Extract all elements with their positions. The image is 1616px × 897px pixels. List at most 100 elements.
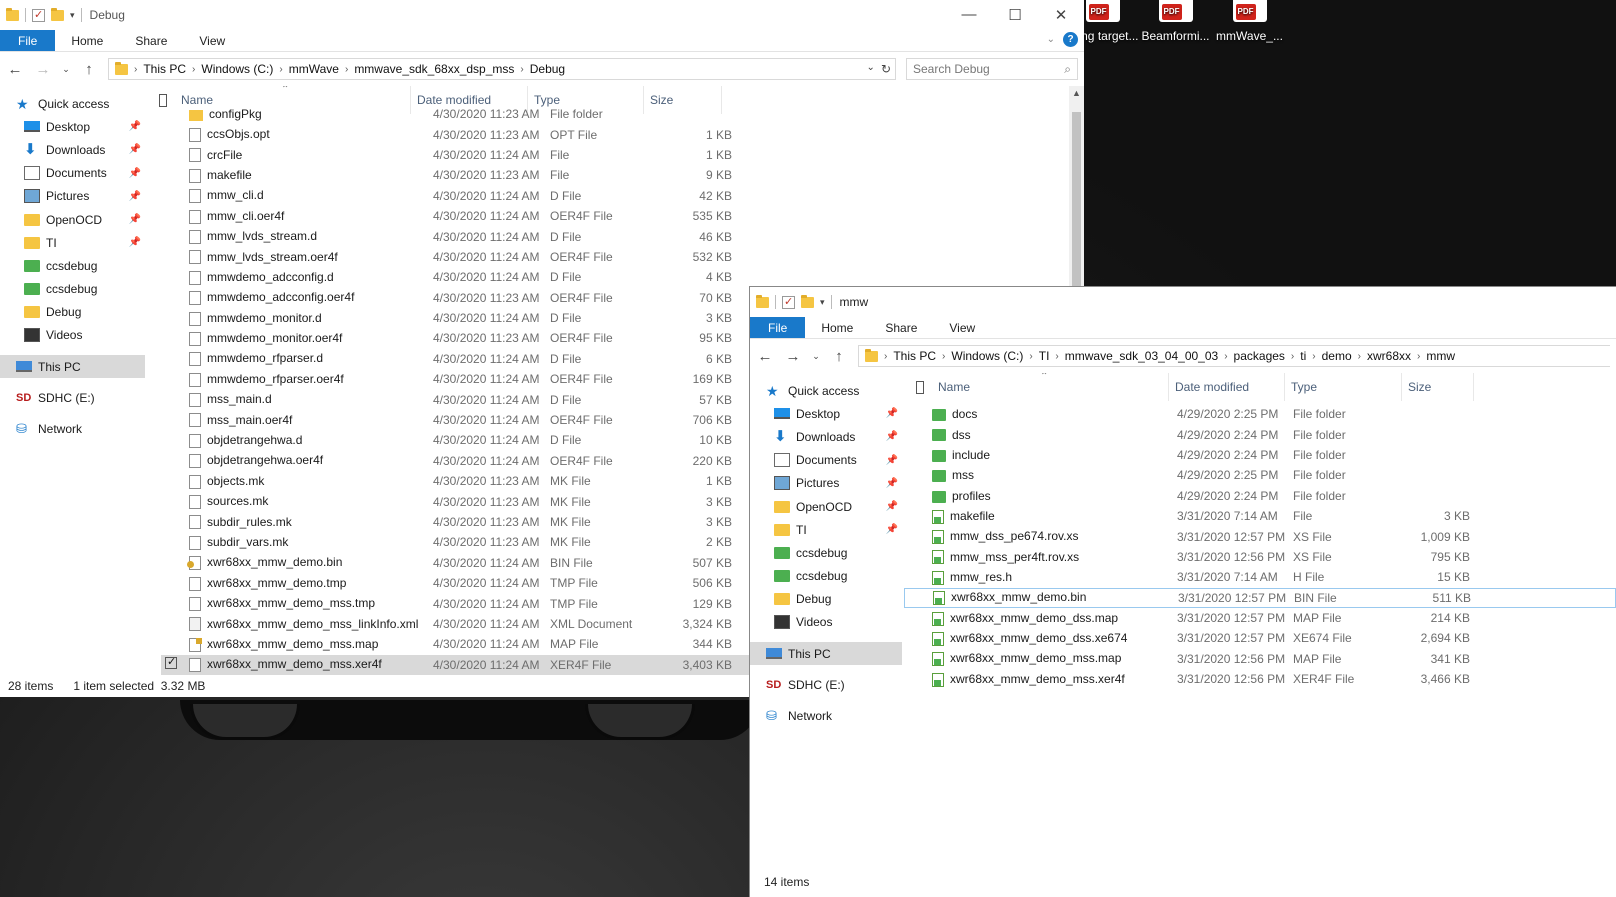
sidebar-item[interactable]: SD SDHC (E:)	[750, 673, 902, 696]
file-row[interactable]: include 4/29/2020 2:24 PM File folder	[904, 445, 1616, 465]
breadcrumb-item[interactable]: Windows (C:)	[201, 62, 273, 76]
recent-dropdown-icon[interactable]: ⌄	[812, 351, 820, 362]
breadcrumb-item[interactable]: This PC	[143, 62, 186, 76]
properties-icon[interactable]	[782, 295, 795, 309]
pin-icon[interactable]: 📌	[886, 501, 898, 512]
file-row[interactable]: mmw_cli.oer4f 4/30/2020 11:24 AM OER4F Fil…	[161, 206, 1069, 226]
select-all-checkbox[interactable]	[902, 373, 924, 401]
back-arrow-icon[interactable]: ←	[6, 61, 24, 78]
sidebar-item[interactable]: TI 📌	[750, 518, 902, 541]
file-row[interactable]: crcFile 4/30/2020 11:24 AM File 1 KB	[161, 145, 1069, 165]
pin-icon[interactable]: 📌	[886, 524, 898, 535]
breadcrumb-item[interactable]: demo	[1322, 349, 1352, 363]
sidebar-item[interactable]: Documents 📌	[0, 162, 145, 185]
column-date[interactable]: Date modified	[1169, 373, 1285, 401]
file-row[interactable]: makefile 3/31/2020 7:14 AM File 3 KB	[904, 506, 1616, 526]
qat-dropdown-icon[interactable]: ▾	[70, 10, 75, 21]
sidebar-item[interactable]: ⬇ Downloads 📌	[0, 138, 145, 161]
sidebar-item[interactable]: Videos	[0, 324, 145, 347]
file-row[interactable]: mmw_cli.d 4/30/2020 11:24 AM D File 42 KB	[161, 186, 1069, 206]
pin-icon[interactable]: 📌	[886, 408, 898, 419]
tab-file[interactable]: File	[750, 317, 806, 338]
breadcrumb-item[interactable]: Windows (C:)	[951, 349, 1023, 363]
sidebar-item[interactable]: This PC	[750, 642, 902, 666]
new-folder-icon[interactable]	[801, 294, 814, 308]
file-row[interactable]: xwr68xx_mmw_demo_dss.xe674 3/31/2020 12:5…	[904, 628, 1616, 648]
pin-icon[interactable]: 📌	[886, 431, 898, 442]
pin-icon[interactable]: 📌	[129, 121, 141, 132]
up-arrow-icon[interactable]: ↑	[80, 61, 98, 78]
pin-icon[interactable]: 📌	[129, 237, 141, 248]
file-row[interactable]: mmw_res.h 3/31/2020 7:14 AM H File 15 KB	[904, 567, 1616, 587]
column-size[interactable]: Size	[1402, 373, 1474, 401]
close-icon[interactable]: ✕	[1038, 6, 1084, 24]
properties-icon[interactable]	[32, 8, 45, 22]
breadcrumb-item[interactable]: xwr68xx	[1367, 349, 1411, 363]
sidebar-item[interactable]: OpenOCD 📌	[750, 495, 902, 518]
new-folder-icon[interactable]	[51, 7, 64, 21]
help-icon[interactable]: ?	[1063, 32, 1078, 47]
pin-icon[interactable]: 📌	[886, 478, 898, 489]
file-row[interactable]: xwr68xx_mmw_demo_dss.map 3/31/2020 12:57 …	[904, 608, 1616, 628]
sidebar-item[interactable]: Videos	[750, 611, 902, 634]
sidebar-item[interactable]: Desktop 📌	[750, 402, 902, 425]
up-arrow-icon[interactable]: ↑	[830, 348, 848, 365]
sidebar-item[interactable]: ccsdebug	[0, 254, 145, 277]
file-row[interactable]: ccsObjs.opt 4/30/2020 11:23 AM OPT File 1 K…	[161, 124, 1069, 144]
sidebar-item[interactable]: Desktop 📌	[0, 115, 145, 138]
ribbon-expand-icon[interactable]: ⌄	[1047, 34, 1055, 45]
tab-file[interactable]: File	[0, 30, 56, 51]
sidebar-item[interactable]: This PC	[0, 355, 145, 379]
breadcrumb-item[interactable]: TI	[1039, 349, 1050, 363]
file-row[interactable]: xwr68xx_mmw_demo_mss.map 3/31/2020 12:56 …	[904, 649, 1616, 669]
sidebar-item[interactable]: Debug	[0, 301, 145, 324]
back-arrow-icon[interactable]: ←	[756, 348, 774, 365]
address-bar[interactable]: › This PC › Windows (C:) › TI › mmwave_sdk_03_…	[858, 345, 1610, 367]
file-row[interactable]: profiles 4/29/2020 2:24 PM File folder	[904, 486, 1616, 506]
minimize-icon[interactable]: —	[946, 6, 992, 24]
file-row[interactable]: mmw_lvds_stream.d 4/30/2020 11:24 AM D Fil…	[161, 226, 1069, 246]
file-row[interactable]: dss 4/29/2020 2:24 PM File folder	[904, 424, 1616, 444]
sidebar-item[interactable]: ★ Quick access	[750, 379, 902, 402]
sidebar-item[interactable]: ★ Quick access	[0, 92, 145, 115]
maximize-icon[interactable]: ☐	[992, 6, 1038, 24]
file-row[interactable]: docs 4/29/2020 2:25 PM File folder	[904, 404, 1616, 424]
file-row[interactable]: mss 4/29/2020 2:25 PM File folder	[904, 465, 1616, 485]
tab-view[interactable]: View	[933, 317, 991, 338]
row-checkbox[interactable]	[165, 657, 177, 670]
qat-dropdown-icon[interactable]: ▾	[820, 297, 825, 308]
desktop-pdf-icon[interactable]: PDF Beamformi...	[1138, 0, 1213, 44]
breadcrumb-separator-icon[interactable]: ›	[345, 64, 348, 75]
forward-arrow-icon[interactable]: →	[34, 61, 52, 78]
address-dropdown-icon[interactable]: ⌄	[867, 62, 875, 76]
file-row[interactable]: xwr68xx_mmw_demo.bin 3/31/2020 12:57 PM BI…	[904, 587, 1616, 608]
file-row[interactable]: mmwdemo_adcconfig.d 4/30/2020 11:24 AM D F…	[161, 267, 1069, 287]
column-type[interactable]: Type	[1285, 373, 1402, 401]
address-bar[interactable]: › This PC › Windows (C:) › mmWave › mmwave_sdk…	[108, 58, 896, 80]
breadcrumb-separator-icon[interactable]: ›	[1358, 351, 1361, 362]
breadcrumb-item[interactable]: This PC	[893, 349, 936, 363]
pin-icon[interactable]: 📌	[129, 168, 141, 179]
breadcrumb-separator-icon[interactable]: ›	[279, 64, 282, 75]
pin-icon[interactable]: 📌	[129, 191, 141, 202]
sidebar-item[interactable]: ⛁ Network	[750, 704, 902, 727]
sidebar-item[interactable]: ccsdebug	[750, 565, 902, 588]
pin-icon[interactable]: 📌	[886, 455, 898, 466]
breadcrumb-item[interactable]: mmw	[1426, 349, 1455, 363]
sidebar-item[interactable]: OpenOCD 📌	[0, 208, 145, 231]
breadcrumb-separator-icon[interactable]: ›	[1312, 351, 1315, 362]
pin-icon[interactable]: 📌	[129, 214, 141, 225]
search-input[interactable]: Search Debug ⌕	[906, 58, 1078, 80]
file-row[interactable]: configPkg 4/30/2020 11:23 AM File folder	[161, 104, 1069, 124]
scroll-thumb[interactable]	[1072, 112, 1081, 292]
file-row[interactable]: mmw_dss_pe674.rov.xs 3/31/2020 12:57 PM XS…	[904, 526, 1616, 546]
tab-share[interactable]: Share	[869, 317, 933, 338]
file-row[interactable]: mmw_mss_per4ft.rov.xs 3/31/2020 12:56 PM X…	[904, 547, 1616, 567]
recent-dropdown-icon[interactable]: ⌄	[62, 64, 70, 75]
breadcrumb-item[interactable]: Debug	[530, 62, 565, 76]
tab-home[interactable]: Home	[55, 30, 119, 51]
breadcrumb-separator-icon[interactable]: ›	[192, 64, 195, 75]
sidebar-item[interactable]: TI 📌	[0, 231, 145, 254]
breadcrumb-item[interactable]: packages	[1234, 349, 1285, 363]
pin-icon[interactable]: 📌	[129, 144, 141, 155]
